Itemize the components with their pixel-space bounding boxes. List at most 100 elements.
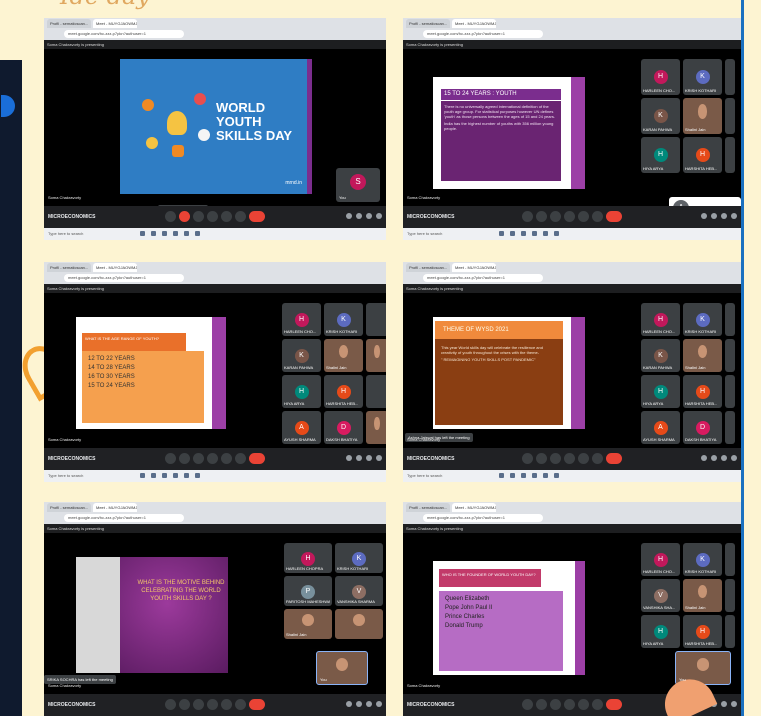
info-icon[interactable] <box>346 701 352 707</box>
taskbar-app-icon[interactable] <box>554 231 559 236</box>
info-icon[interactable] <box>346 455 352 461</box>
camera-button[interactable] <box>536 699 547 710</box>
mic-button[interactable] <box>165 453 176 464</box>
taskbar-app-icon[interactable] <box>543 231 548 236</box>
taskbar-app-icon[interactable] <box>184 473 189 478</box>
camera-button[interactable] <box>179 699 190 710</box>
taskbar-app-icon[interactable] <box>162 473 167 478</box>
taskbar-app-icon[interactable] <box>140 473 145 478</box>
browser-tab-active[interactable]: Meet - MUYGJAOWMJ <box>93 503 137 512</box>
browser-tab[interactable]: Profil - sematicscan... <box>406 263 450 272</box>
participant-video-tile[interactable] <box>335 609 383 639</box>
captions-button[interactable] <box>193 211 204 222</box>
participant-tile[interactable]: H HARSHITA HEB... <box>683 615 722 648</box>
present-button[interactable] <box>221 211 232 222</box>
participant-tile[interactable]: D DAKSH BHATIYA <box>324 411 363 444</box>
activities-icon[interactable] <box>731 701 737 707</box>
raise-hand-button[interactable] <box>564 211 575 222</box>
taskbar-app-icon[interactable] <box>532 231 537 236</box>
raise-hand-button[interactable] <box>564 453 575 464</box>
participant-tile-partial[interactable] <box>725 98 735 134</box>
taskbar-search[interactable]: Type here to search <box>46 472 136 480</box>
participant-tile[interactable]: H HARLEEN CHO... <box>282 303 321 336</box>
participant-tile[interactable]: H HIYA ARYA <box>641 375 680 408</box>
present-button[interactable] <box>578 211 589 222</box>
participant-tile[interactable]: K KRISH KOTHARI <box>683 543 722 576</box>
taskbar-app-icon[interactable] <box>543 473 548 478</box>
activities-icon[interactable] <box>731 213 737 219</box>
activities-icon[interactable] <box>376 213 382 219</box>
info-icon[interactable] <box>701 455 707 461</box>
url-bar[interactable]: meet.google.com/hc-zzz-p7pkn?authuser=1 <box>423 514 543 522</box>
participant-tile[interactable]: V VANSHIKA SHARMA <box>335 576 383 606</box>
chat-icon[interactable] <box>366 455 372 461</box>
participant-video-tile-partial[interactable] <box>366 339 386 372</box>
browser-tab[interactable]: Profil - sematicscan... <box>406 19 450 28</box>
participant-tile-partial[interactable] <box>725 59 735 95</box>
participant-tile[interactable]: H HIYA ARYA <box>282 375 321 408</box>
people-icon[interactable] <box>356 213 362 219</box>
url-bar[interactable]: meet.google.com/hc-zzz-p7pkn?authuser=1 <box>64 514 184 522</box>
participant-tile[interactable]: K KRISH KOTHARI <box>324 303 363 336</box>
participant-tile-partial[interactable] <box>725 579 735 612</box>
browser-tab-active[interactable]: Meet - MUYGJAOWMJ <box>93 263 137 272</box>
participant-video-tile[interactable]: Shalini Jain <box>324 339 363 372</box>
mic-button[interactable] <box>522 453 533 464</box>
participant-tile[interactable]: A AYUSH SHARMA <box>282 411 321 444</box>
captions-button[interactable] <box>193 453 204 464</box>
participant-video-tile[interactable]: Shalini Jain <box>284 609 332 639</box>
participant-video-tile[interactable]: Shalini Jain <box>683 98 722 134</box>
browser-tab[interactable]: Profil - sematicscan... <box>47 263 91 272</box>
participant-tile[interactable]: P PARITOSH MAHESHWARI <box>284 576 332 606</box>
browser-tab-active[interactable]: Meet - MUYGJAOWMJ <box>93 19 137 28</box>
browser-tab[interactable]: Profil - sematicscan... <box>47 19 91 28</box>
participant-tile[interactable]: K KRISH KOTHARI <box>683 303 722 336</box>
leave-call-button[interactable] <box>249 699 265 710</box>
taskbar-app-icon[interactable] <box>499 473 504 478</box>
captions-button[interactable] <box>550 699 561 710</box>
present-button[interactable] <box>578 699 589 710</box>
participant-tile-partial[interactable] <box>725 615 735 648</box>
camera-button[interactable] <box>179 211 190 222</box>
participant-tile[interactable]: V VANSHIKA SHA... <box>641 579 680 612</box>
participant-tile[interactable]: K KRISH KOTHARI <box>683 59 722 95</box>
taskbar-app-icon[interactable] <box>162 231 167 236</box>
more-options-button[interactable] <box>235 211 246 222</box>
activities-icon[interactable] <box>376 455 382 461</box>
mic-button[interactable] <box>165 211 176 222</box>
participant-tile[interactable]: H HARLEEN CHO... <box>641 59 680 95</box>
camera-button[interactable] <box>179 453 190 464</box>
taskbar-app-icon[interactable] <box>195 473 200 478</box>
chat-icon[interactable] <box>366 213 372 219</box>
taskbar-app-icon[interactable] <box>554 473 559 478</box>
mic-button[interactable] <box>165 699 176 710</box>
leave-call-button[interactable] <box>606 453 622 464</box>
leave-call-button[interactable] <box>606 699 622 710</box>
participant-video-tile[interactable]: Shalini Jain <box>683 579 722 612</box>
activities-icon[interactable] <box>376 701 382 707</box>
more-options-button[interactable] <box>235 453 246 464</box>
people-icon[interactable] <box>356 455 362 461</box>
taskbar-app-icon[interactable] <box>151 473 156 478</box>
participant-tile[interactable]: H HARLEEN CHO... <box>641 543 680 576</box>
url-bar[interactable]: meet.google.com/hc-zzz-p7pkn?authuser=1 <box>64 274 184 282</box>
taskbar-app-icon[interactable] <box>173 231 178 236</box>
url-bar[interactable]: meet.google.com/hc-zzz-p7pkn?authuser=1 <box>423 30 543 38</box>
taskbar-app-icon[interactable] <box>510 231 515 236</box>
taskbar-search[interactable]: Type here to search <box>46 230 136 238</box>
taskbar-app-icon[interactable] <box>510 473 515 478</box>
url-bar[interactable]: meet.google.com/hc-zzz-p7pkn?authuser=1 <box>64 30 184 38</box>
captions-button[interactable] <box>550 453 561 464</box>
taskbar-app-icon[interactable] <box>151 231 156 236</box>
taskbar-app-icon[interactable] <box>140 231 145 236</box>
leave-call-button[interactable] <box>249 211 265 222</box>
participant-tile[interactable]: K KRISH KOTHARI <box>335 543 383 573</box>
more-options-button[interactable] <box>592 699 603 710</box>
people-icon[interactable] <box>356 701 362 707</box>
present-button[interactable] <box>221 699 232 710</box>
participant-tile-partial[interactable] <box>725 339 735 372</box>
more-options-button[interactable] <box>592 453 603 464</box>
participant-tile[interactable]: H HARLEEN CHO... <box>641 303 680 336</box>
chat-icon[interactable] <box>366 701 372 707</box>
people-icon[interactable] <box>711 213 717 219</box>
